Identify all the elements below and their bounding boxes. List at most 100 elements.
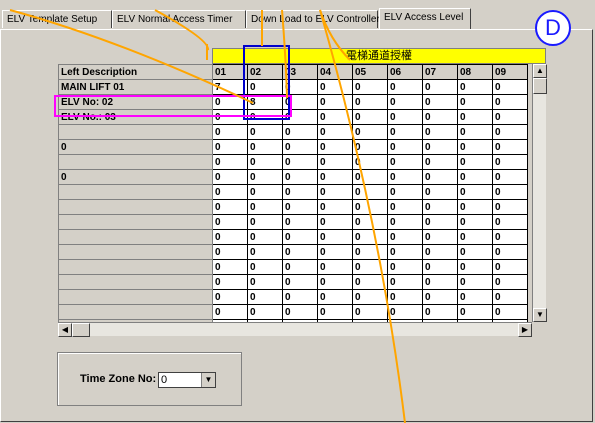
grid-cell[interactable]: 0 — [317, 274, 353, 290]
grid-cell[interactable]: 0 — [422, 169, 458, 185]
chevron-down-icon[interactable]: ▼ — [201, 373, 215, 387]
grid-cell[interactable]: 0 — [492, 289, 528, 305]
grid-cell[interactable]: 0 — [247, 229, 283, 245]
grid-cell[interactable]: 0 — [317, 79, 353, 95]
grid-cell[interactable]: 0 — [247, 139, 283, 155]
tab-download-to-elv-controller[interactable]: Down Load to ELV Controller — [246, 10, 380, 28]
grid-cell[interactable]: 0 — [422, 289, 458, 305]
grid-cell[interactable]: 0 — [387, 229, 423, 245]
grid-cell[interactable]: 0 — [352, 184, 388, 200]
grid-cell[interactable]: 0 — [247, 259, 283, 275]
grid-cell[interactable]: 0 — [492, 214, 528, 230]
grid-cell[interactable]: 0 — [212, 154, 248, 170]
grid-cell[interactable]: 0 — [212, 259, 248, 275]
grid-cell[interactable]: 0 — [387, 169, 423, 185]
grid-cell[interactable]: 0 — [247, 169, 283, 185]
grid-cell[interactable]: 0 — [352, 304, 388, 320]
grid-cell[interactable]: 0 — [352, 94, 388, 110]
grid-cell[interactable]: 0 — [387, 109, 423, 125]
grid-cell[interactable]: 0 — [282, 274, 318, 290]
grid-cell[interactable]: 0 — [282, 124, 318, 140]
grid-cell[interactable]: 0 — [282, 184, 318, 200]
grid-cell[interactable]: 0 — [317, 304, 353, 320]
grid-cell[interactable]: 0 — [282, 79, 318, 95]
grid-cell[interactable]: 0 — [317, 109, 353, 125]
grid-cell[interactable]: 0 — [492, 124, 528, 140]
grid-cell[interactable]: 0 — [282, 259, 318, 275]
grid-cell[interactable]: 0 — [422, 79, 458, 95]
grid-cell[interactable]: 0 — [457, 124, 493, 140]
hscroll-thumb[interactable] — [72, 323, 90, 337]
grid-cell[interactable]: 0 — [282, 229, 318, 245]
grid-cell[interactable]: 0 — [457, 79, 493, 95]
grid-cell[interactable]: 0 — [457, 169, 493, 185]
grid-cell[interactable]: 0 — [422, 94, 458, 110]
grid-cell[interactable]: 0 — [422, 229, 458, 245]
grid-cell[interactable]: 0 — [457, 94, 493, 110]
grid-cell[interactable]: 0 — [352, 274, 388, 290]
grid-cell[interactable]: 0 — [317, 94, 353, 110]
grid-cell[interactable]: 0 — [352, 229, 388, 245]
grid-cell[interactable]: 0 — [387, 259, 423, 275]
grid-cell[interactable]: 0 — [282, 214, 318, 230]
grid-cell[interactable]: 0 — [352, 289, 388, 305]
grid-cell[interactable]: 0 — [422, 184, 458, 200]
grid-cell[interactable]: 0 — [282, 154, 318, 170]
grid-cell[interactable]: 0 — [457, 199, 493, 215]
grid-cell[interactable]: 0 — [387, 199, 423, 215]
grid-cell[interactable]: 0 — [387, 304, 423, 320]
grid-cell[interactable]: 0 — [457, 109, 493, 125]
grid-cell[interactable]: 0 — [492, 304, 528, 320]
grid-cell[interactable]: 0 — [317, 259, 353, 275]
grid-cell[interactable]: 0 — [317, 229, 353, 245]
tab-elv-access-level[interactable]: ELV Access Level — [379, 8, 471, 29]
grid-cell[interactable]: 0 — [457, 244, 493, 260]
grid-cell[interactable]: 0 — [387, 94, 423, 110]
grid-cell[interactable]: 0 — [387, 139, 423, 155]
grid-cell[interactable]: 0 — [457, 184, 493, 200]
grid-cell[interactable]: 0 — [422, 259, 458, 275]
grid-cell[interactable]: 0 — [457, 289, 493, 305]
tab-elv-template-setup[interactable]: ELV Template Setup — [2, 10, 112, 28]
scroll-up-icon[interactable]: ▲ — [533, 64, 547, 78]
grid-cell[interactable]: 0 — [282, 169, 318, 185]
grid-cell[interactable]: 0 — [282, 139, 318, 155]
grid-cell[interactable]: 0 — [457, 229, 493, 245]
grid-cell[interactable]: 0 — [457, 154, 493, 170]
grid-cell[interactable]: 0 — [422, 154, 458, 170]
grid-cell[interactable]: 0 — [422, 304, 458, 320]
grid-cell[interactable]: 0 — [387, 244, 423, 260]
grid-cell[interactable]: 0 — [247, 184, 283, 200]
scroll-right-icon[interactable]: ▶ — [518, 323, 532, 337]
grid-cell[interactable]: 0 — [387, 154, 423, 170]
scroll-left-icon[interactable]: ◀ — [58, 323, 72, 337]
grid-cell[interactable]: 0 — [422, 274, 458, 290]
grid-cell[interactable]: 0 — [317, 154, 353, 170]
grid-cell[interactable]: 0 — [317, 199, 353, 215]
grid-cell[interactable]: 0 — [247, 244, 283, 260]
grid-cell[interactable]: 0 — [492, 229, 528, 245]
grid-cell[interactable]: 0 — [247, 154, 283, 170]
grid-cell[interactable]: 0 — [282, 304, 318, 320]
grid-cell[interactable]: 0 — [212, 199, 248, 215]
grid-cell[interactable]: 0 — [492, 109, 528, 125]
grid-cell[interactable]: 0 — [387, 289, 423, 305]
grid-cell[interactable]: 0 — [247, 274, 283, 290]
grid-cell[interactable]: 0 — [492, 94, 528, 110]
grid-cell[interactable]: 0 — [212, 274, 248, 290]
grid-cell[interactable]: 0 — [282, 289, 318, 305]
grid-cell[interactable]: 0 — [212, 244, 248, 260]
grid-cell[interactable]: 0 — [457, 139, 493, 155]
grid-cell[interactable]: 0 — [212, 139, 248, 155]
grid-cell[interactable]: 0 — [212, 214, 248, 230]
grid-cell[interactable]: 8 — [247, 94, 283, 110]
grid-cell[interactable]: 0 — [282, 199, 318, 215]
grid-cell[interactable]: 0 — [422, 109, 458, 125]
scroll-down-icon[interactable]: ▼ — [533, 308, 547, 322]
grid-cell[interactable]: 0 — [247, 289, 283, 305]
vertical-scrollbar[interactable]: ▲ ▼ — [532, 64, 547, 322]
grid-cell[interactable]: 0 — [212, 109, 248, 125]
grid-cell[interactable]: 0 — [352, 169, 388, 185]
grid-cell[interactable]: 0 — [247, 79, 283, 95]
grid-cell[interactable]: 0 — [317, 214, 353, 230]
